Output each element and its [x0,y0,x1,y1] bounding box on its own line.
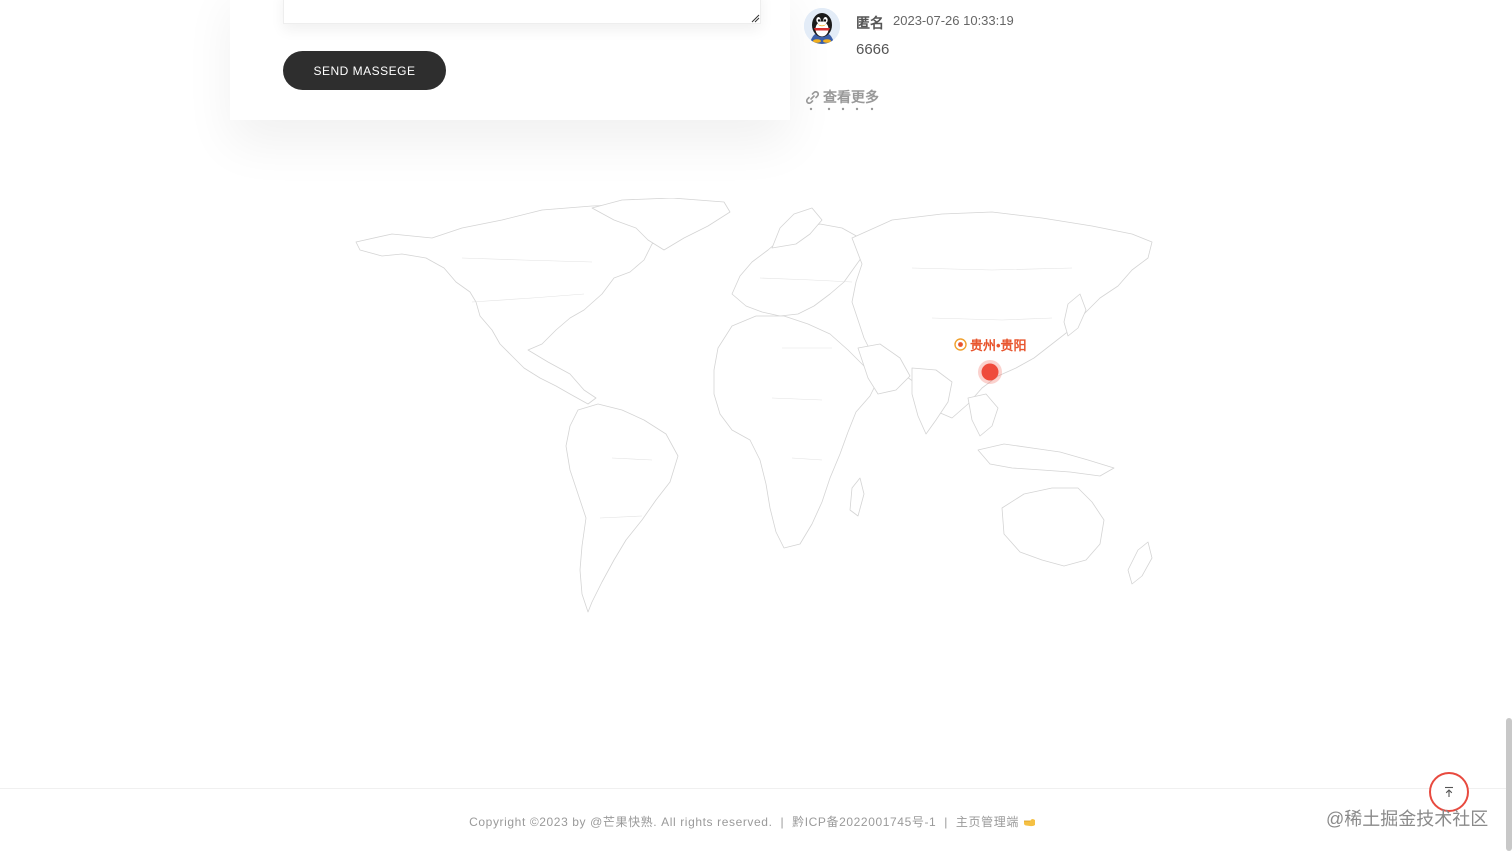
message-textarea[interactable] [283,0,761,24]
watermark: @稀土掘金技术社区 [1326,809,1489,829]
world-map[interactable] [352,198,1158,616]
page: SEND MASSEGE 匿名 2023-07-26 10:33:19 6666 [0,0,1512,851]
comment-timestamp: 2023-07-26 10:33:19 [893,13,1014,28]
qq-penguin-avatar-icon [804,8,840,44]
map-region-africa [713,315,879,549]
send-message-button[interactable]: SEND MASSEGE [283,51,446,90]
map-region-indonesia [977,443,1115,477]
loading-dots [809,107,874,111]
view-more-label: 查看更多 [823,89,879,105]
footer-separator: | [780,815,785,829]
location-marker-dot[interactable] [978,360,1002,384]
scrollbar-thumb[interactable] [1506,718,1512,851]
map-region-new-zealand [1127,541,1153,585]
view-more-link[interactable]: 查看更多 [806,87,879,107]
map-region-madagascar [849,477,865,517]
resize-handle-icon[interactable] [751,14,760,23]
icp-link[interactable]: 黔ICP备2022001745号-1 [792,815,936,829]
footer-separator: | [944,815,948,829]
map-region-india [911,367,953,435]
copyright-text: Copyright ©2023 by @芒果快熟. All rights res… [469,815,773,829]
pointing-hand-icon [1023,819,1035,827]
admin-link[interactable]: 主页管理端 [956,815,1019,829]
arrow-up-to-top-icon [1445,786,1453,797]
map-location-label[interactable]: 贵州•贵阳 [954,335,1027,354]
comment-content: 6666 [856,41,890,58]
map-region-australia [1001,487,1105,567]
comment-author: 匿名 [856,15,884,31]
footer-text: Copyright ©2023 by @芒果快熟. All rights res… [0,813,1505,830]
map-region-southeast-asia [967,393,999,437]
comment-item: 匿名 2023-07-26 10:33:19 6666 [804,8,1104,68]
footer: Copyright ©2023 by @芒果快熟. All rights res… [0,788,1512,851]
link-icon [806,90,819,104]
location-label-text: 贵州•贵阳 [970,338,1027,353]
avatar[interactable] [804,8,840,44]
map-region-south-america [565,403,679,613]
location-target-icon [954,338,967,351]
